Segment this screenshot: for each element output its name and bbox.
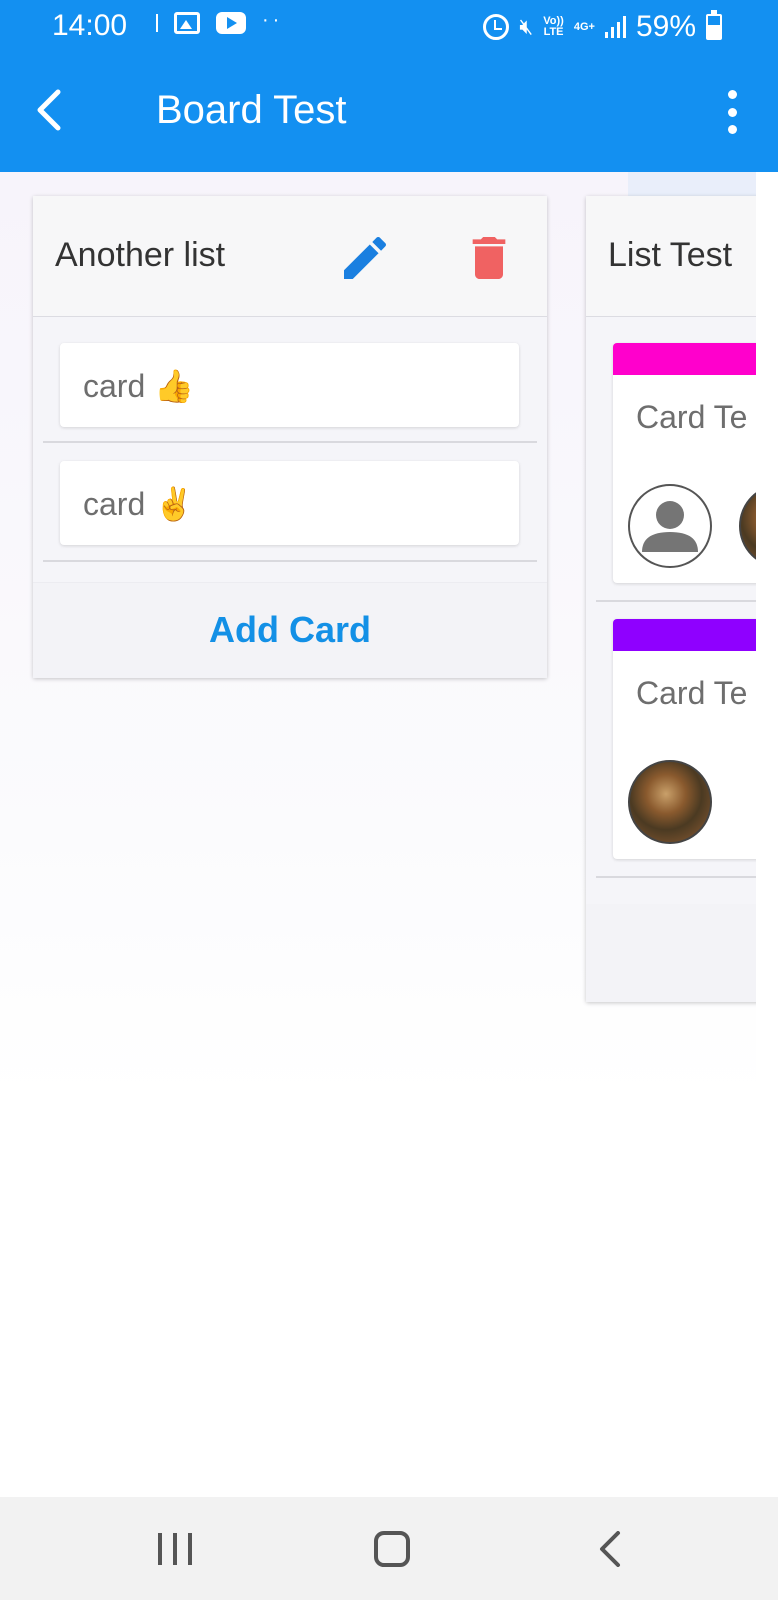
list-title: Another list (55, 236, 226, 274)
user-icon (642, 501, 698, 552)
alarm-icon (483, 14, 510, 40)
network-type: 4G+ (573, 20, 595, 33)
card-title: card ✌️ (83, 486, 194, 522)
avatar (628, 760, 712, 844)
system-nav-bar (0, 1497, 778, 1600)
add-card-button[interactable]: Add Card (33, 609, 547, 651)
page-title: Board Test (156, 88, 347, 132)
delete-list-button[interactable] (461, 228, 517, 288)
back-button[interactable] (28, 86, 76, 134)
mute-icon: 🔇︎ (519, 14, 534, 39)
battery-icon (706, 10, 722, 40)
card[interactable]: card ✌️ (60, 461, 519, 545)
back-icon (600, 1531, 620, 1567)
card[interactable]: card 👍 (60, 343, 519, 427)
more-dots-icon: ·· (262, 8, 284, 31)
notification-icons: ·· (156, 8, 284, 34)
card-title: Card Te (636, 399, 748, 435)
list-list-test: List Test Card Te Card Te (586, 196, 778, 1002)
divider (596, 600, 778, 602)
card-label-color (613, 343, 778, 375)
divider (43, 441, 537, 443)
pencil-icon (344, 236, 387, 279)
card[interactable]: Card Te (613, 343, 778, 583)
gallery-icon (174, 12, 200, 34)
volte-icon: Vo)) LTE (543, 15, 564, 38)
separator (156, 14, 158, 32)
card[interactable]: Card Te (613, 619, 778, 859)
avatar (628, 484, 712, 568)
board-edge (756, 172, 778, 1497)
status-time: 14:00 (52, 9, 128, 42)
list-title: List Test (608, 236, 733, 274)
app-bar: Board Test (0, 54, 778, 172)
list-header: Another list (33, 196, 547, 317)
recents-icon (158, 1533, 162, 1565)
board: Another list card 👍 card ✌️ Add Card Lis… (0, 172, 778, 1497)
home-button[interactable] (374, 1531, 410, 1567)
card-title: Card Te (636, 675, 748, 711)
nav-back-button[interactable] (596, 1531, 624, 1567)
divider (596, 876, 778, 878)
youtube-icon (216, 12, 246, 34)
trash-icon (472, 237, 506, 279)
status-bar: 14:00 ·· 🔇︎ Vo)) LTE 4G+ 59% (0, 0, 778, 54)
add-card-footer[interactable] (586, 904, 778, 1002)
chevron-left-icon (37, 89, 61, 131)
card-label-color (613, 619, 778, 651)
edit-list-button[interactable] (337, 230, 393, 286)
overflow-menu-button[interactable] (720, 90, 744, 134)
card-title: card 👍 (83, 368, 194, 404)
signal-icon (604, 16, 626, 38)
list-another-list: Another list card 👍 card ✌️ Add Card (33, 196, 547, 678)
recents-button[interactable] (158, 1533, 192, 1565)
divider (43, 560, 537, 562)
add-card-footer: Add Card (33, 582, 547, 678)
system-icons: 🔇︎ Vo)) LTE 4G+ 59% (483, 10, 722, 44)
more-vertical-icon (727, 90, 737, 99)
list-header: List Test (586, 196, 778, 317)
battery-percent: 59% (635, 10, 696, 43)
